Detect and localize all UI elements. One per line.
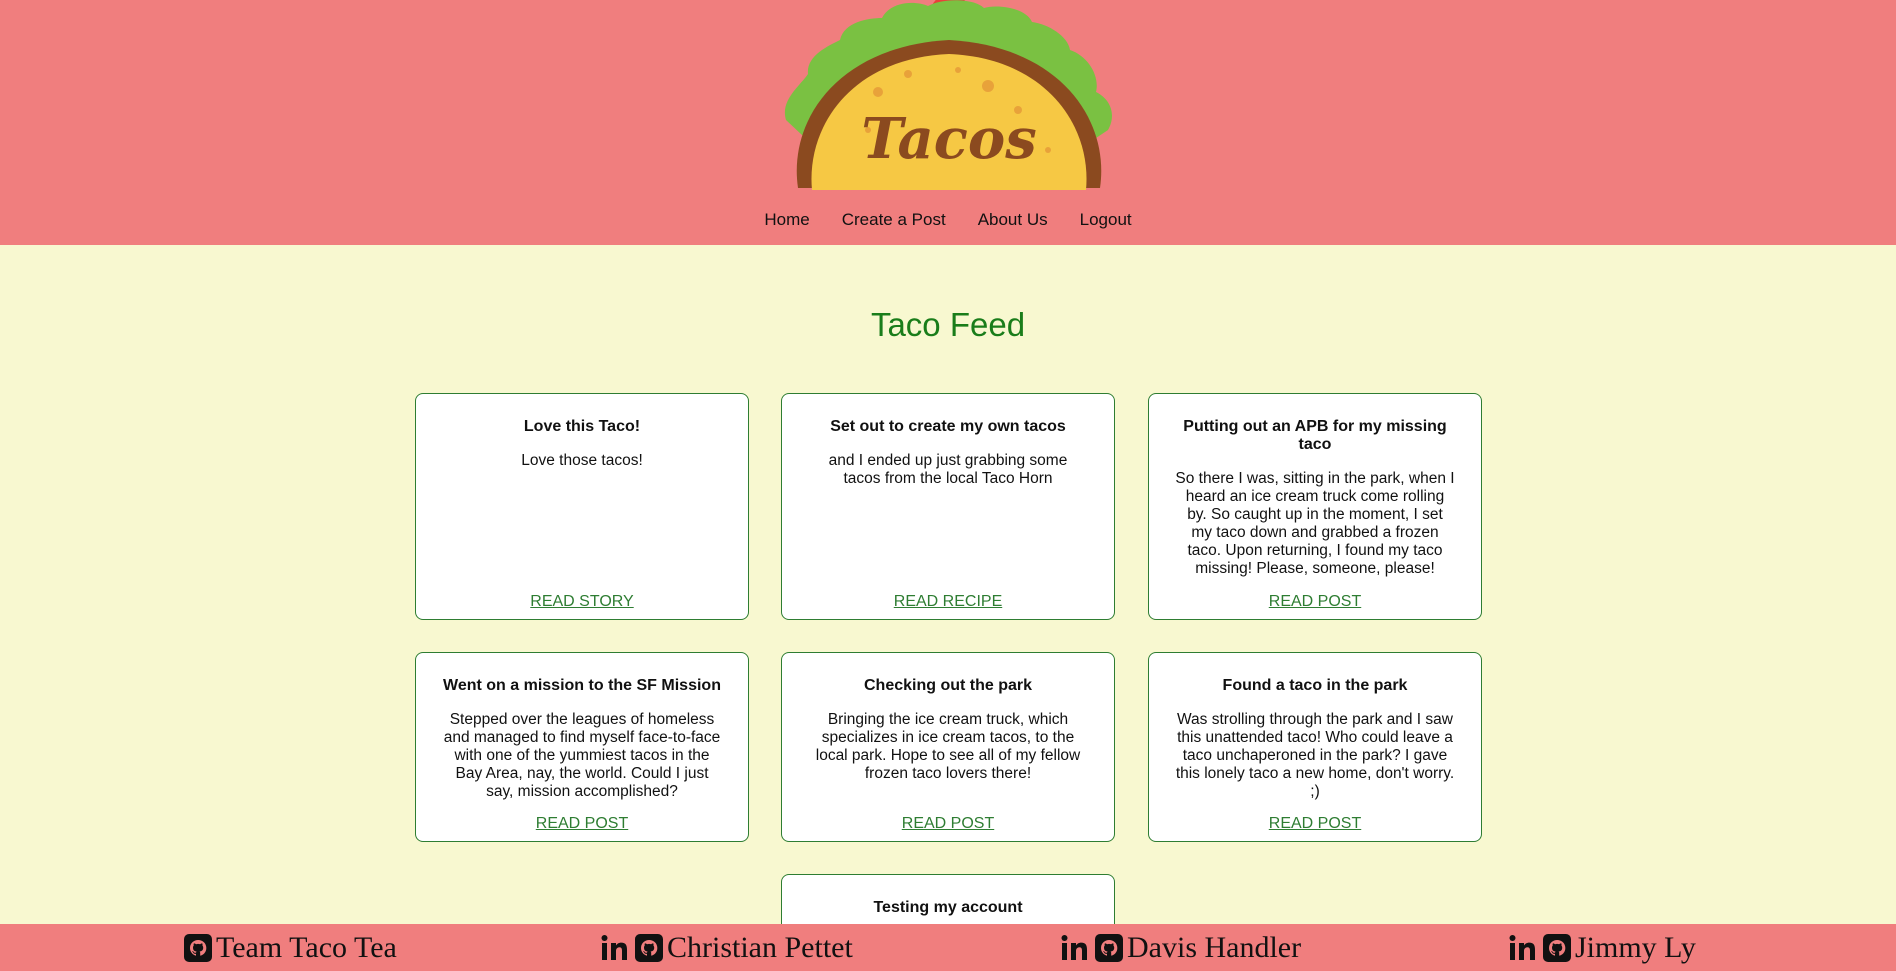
main-nav: Home Create a Post About Us Logout [0, 205, 1896, 235]
footer-member-name: Christian Pettet [667, 930, 853, 964]
linkedin-icon[interactable] [601, 934, 631, 962]
footer-member: Davis Handler [1061, 924, 1301, 971]
github-icon[interactable] [1543, 933, 1571, 962]
nav-create-post[interactable]: Create a Post [842, 205, 946, 235]
post-body: and I ended up just grabbing some tacos … [828, 452, 1068, 487]
post-card: Putting out an APB for my missing taco S… [1148, 393, 1482, 620]
nav-home[interactable]: Home [764, 205, 809, 235]
post-body: Love those tacos! [521, 452, 643, 469]
post-title: Found a taco in the park [1222, 677, 1408, 694]
post-body: So there I was, sitting in the park, whe… [1175, 470, 1455, 577]
svg-text:Tacos: Tacos [861, 106, 1037, 172]
read-post-link[interactable]: READ POST [1149, 815, 1481, 833]
read-recipe-link[interactable]: READ RECIPE [782, 593, 1114, 611]
nav-logout[interactable]: Logout [1080, 205, 1132, 235]
linkedin-icon[interactable] [1061, 934, 1091, 962]
post-body: Bringing the ice cream truck, which spec… [815, 711, 1081, 782]
github-icon[interactable] [184, 933, 212, 962]
nav-about-us[interactable]: About Us [978, 205, 1048, 235]
footer-member: Jimmy Ly [1509, 924, 1696, 971]
post-body: Stepped over the leagues of homeless and… [443, 711, 721, 800]
post-title: Went on a mission to the SF Mission [443, 677, 721, 694]
page-title: Taco Feed [870, 306, 1026, 343]
post-title: Testing my account [873, 899, 1023, 916]
post-card: Checking out the park Bringing the ice c… [781, 652, 1115, 842]
read-post-link[interactable]: READ POST [1149, 593, 1481, 611]
post-card: Love this Taco! Love those tacos! READ S… [415, 393, 749, 620]
post-body: Was strolling through the park and I saw… [1175, 711, 1455, 800]
post-title: Love this Taco! [523, 418, 641, 435]
post-card: Went on a mission to the SF Mission Step… [415, 652, 749, 842]
post-card: Set out to create my own tacos and I end… [781, 393, 1115, 620]
site-header: Tacos Home Create a Post About Us Logout [0, 0, 1896, 245]
read-post-link[interactable]: READ POST [416, 815, 748, 833]
site-footer: Team Taco Tea Christian Pettet Davis Han… [0, 924, 1896, 971]
footer-team: Team Taco Tea [184, 924, 397, 971]
tacos-logo[interactable]: Tacos [778, 0, 1120, 196]
read-post-link[interactable]: READ POST [782, 815, 1114, 833]
footer-member: Christian Pettet [601, 924, 853, 971]
post-title: Set out to create my own tacos [830, 418, 1066, 435]
footer-team-name[interactable]: Team Taco Tea [216, 931, 397, 965]
post-title: Putting out an APB for my missing taco [1183, 418, 1447, 453]
footer-member-name: Davis Handler [1127, 930, 1302, 964]
footer-member-name: Jimmy Ly [1575, 930, 1696, 964]
read-story-link[interactable]: READ STORY [416, 593, 748, 611]
github-icon[interactable] [1095, 933, 1123, 962]
post-title: Checking out the park [863, 677, 1033, 694]
post-card: Found a taco in the park Was strolling t… [1148, 652, 1482, 842]
github-icon[interactable] [635, 933, 663, 962]
linkedin-icon[interactable] [1509, 934, 1539, 962]
